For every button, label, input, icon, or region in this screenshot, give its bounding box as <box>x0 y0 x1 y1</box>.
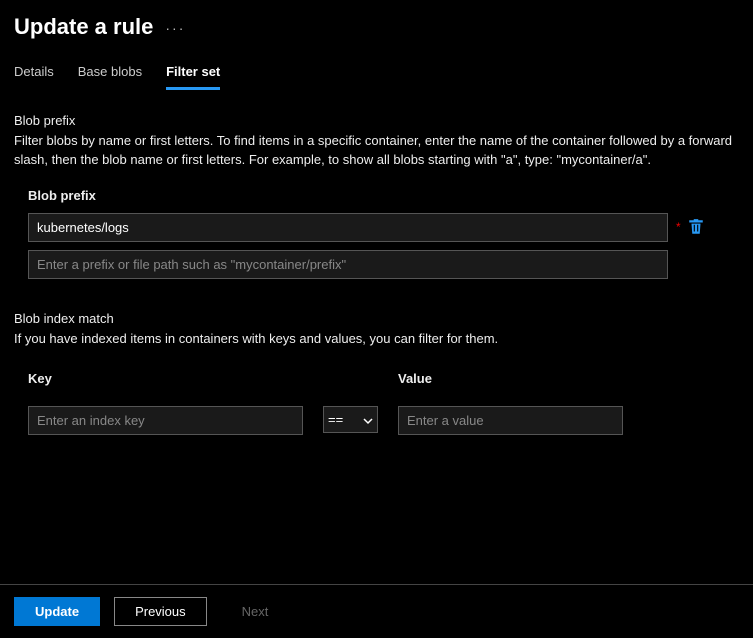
required-indicator: * <box>676 220 681 234</box>
index-value-input[interactable] <box>398 406 623 435</box>
operator-select[interactable]: == <box>323 406 378 433</box>
blob-prefix-input-2[interactable] <box>28 250 668 279</box>
trash-icon[interactable] <box>687 218 705 236</box>
value-column-label: Value <box>398 371 623 386</box>
tab-filter-set[interactable]: Filter set <box>166 64 220 90</box>
key-column-label: Key <box>28 371 303 386</box>
blob-prefix-description: Filter blobs by name or first letters. T… <box>14 132 739 170</box>
tab-base-blobs[interactable]: Base blobs <box>78 64 142 90</box>
operator-value: == <box>328 412 343 427</box>
chevron-down-icon <box>363 414 373 424</box>
index-key-input[interactable] <box>28 406 303 435</box>
blob-prefix-field-label: Blob prefix <box>28 188 739 203</box>
tab-bar: Details Base blobs Filter set <box>0 48 753 91</box>
page-title: Update a rule <box>14 14 153 40</box>
previous-button[interactable]: Previous <box>114 597 207 626</box>
update-button[interactable]: Update <box>14 597 100 626</box>
blob-index-heading: Blob index match <box>14 311 753 326</box>
blob-prefix-input-1[interactable] <box>28 213 668 242</box>
more-icon[interactable]: ··· <box>165 20 185 36</box>
footer-bar: Update Previous Next <box>0 584 753 638</box>
tab-details[interactable]: Details <box>14 64 54 90</box>
next-button: Next <box>221 597 290 626</box>
blob-prefix-heading: Blob prefix <box>14 113 739 128</box>
blob-index-description: If you have indexed items in containers … <box>14 330 753 349</box>
